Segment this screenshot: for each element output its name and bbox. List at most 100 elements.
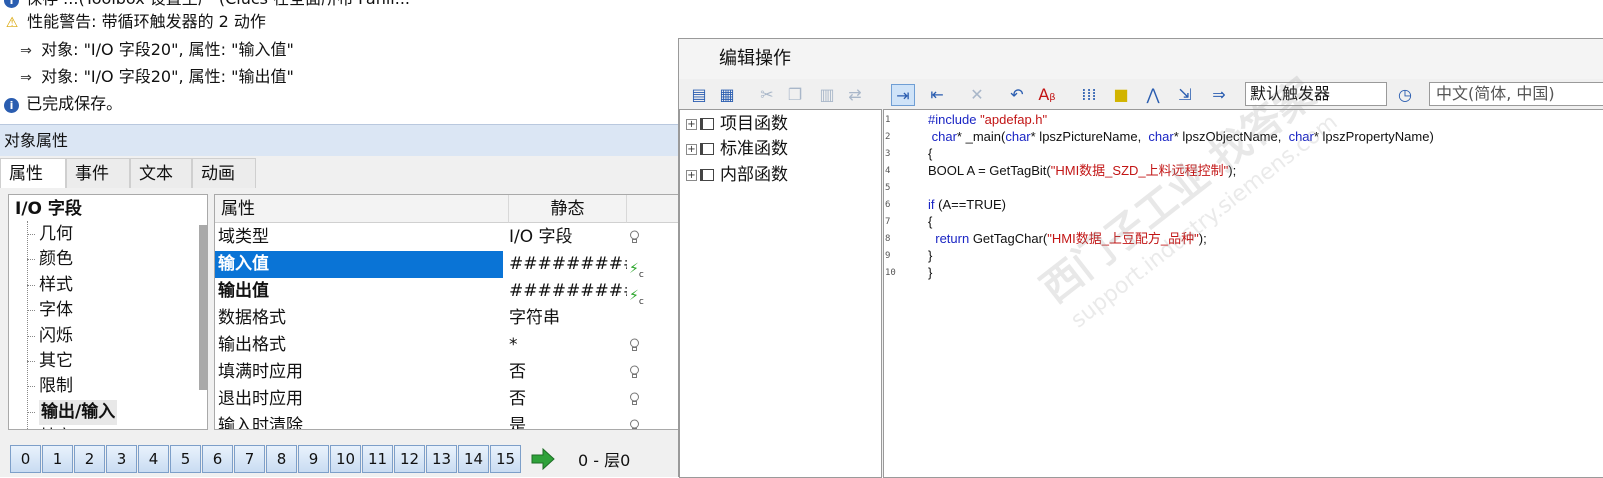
delete-icon[interactable]: ✕ [965, 84, 989, 106]
table-row[interactable]: 退出时应用 否 [215, 386, 689, 413]
expand-icon[interactable]: + [686, 169, 697, 181]
layer-button-7[interactable]: 7 [234, 445, 265, 473]
tree-guide-line [27, 221, 28, 429]
outdent-icon[interactable]: ⇤ [925, 84, 949, 106]
output-log: i 保存 ...(Toolbox 设置生产 (Clucs 在全面所布 Fahli… [0, 0, 690, 122]
column-header-property[interactable]: 属性 [215, 195, 509, 223]
layer-button-14[interactable]: 14 [458, 445, 489, 473]
line-number: 7 [885, 217, 891, 227]
column-header-static[interactable]: 静态 [509, 195, 627, 223]
book-icon [700, 118, 714, 130]
tree-item-standard-functions[interactable]: + 标准函数 [686, 137, 788, 162]
expand-icon[interactable]: + [686, 118, 697, 130]
tree-item-style[interactable]: 样式 [27, 273, 73, 298]
arrow-icon: ⇒ [20, 70, 32, 86]
replace-icon[interactable]: ⇄ [843, 84, 867, 106]
layer-button-6[interactable]: 6 [202, 445, 233, 473]
copy-icon[interactable]: ❐ [783, 84, 807, 106]
lightbulb-icon [630, 419, 639, 429]
log-line: ⇒ 对象: "I/O 字段20", 属性: "输出值" [18, 64, 294, 90]
layer-bar: 0 1 2 3 4 5 6 7 8 9 10 11 12 13 14 15 0 … [0, 440, 690, 477]
tree-item-font[interactable]: 字体 [27, 298, 73, 323]
tree-root-io-field[interactable]: I/O 字段 [15, 197, 82, 222]
export-icon[interactable]: ⇒ [1207, 84, 1231, 106]
layer-button-5[interactable]: 5 [170, 445, 201, 473]
arrow-right-icon[interactable] [530, 446, 556, 472]
property-tree: I/O 字段 几何 颜色 样式 字体 闪烁 其它 限制 输出/输入 其它 [8, 194, 208, 430]
variables-icon[interactable]: ⁞⁞⁞ [1077, 84, 1101, 106]
compass-icon[interactable]: ⋀ [1141, 84, 1165, 106]
code-line: if (A==TRUE) [928, 197, 1007, 212]
window-title: 编辑操作 [679, 39, 1603, 79]
layer-button-12[interactable]: 12 [394, 445, 425, 473]
layer-button-10[interactable]: 10 [330, 445, 361, 473]
tree-item-other[interactable]: 其它 [39, 425, 73, 429]
lightbulb-icon [630, 338, 639, 351]
object-properties-panel: 对象属性 属性 事件 文本 动画 I/O 字段 几何 颜色 样式 字体 闪烁 其… [0, 124, 690, 477]
tree-item-misc[interactable]: 其它 [27, 349, 73, 374]
tree-item-flashing[interactable]: 闪烁 [27, 324, 73, 349]
info-icon: i [4, 0, 19, 8]
tree-item-geometry[interactable]: 几何 [27, 222, 73, 247]
code-line: } [928, 265, 933, 280]
line-number: 5 [885, 183, 891, 193]
info-icon: i [4, 98, 19, 113]
line-number: 2 [885, 132, 891, 142]
layer-button-0[interactable]: 0 [10, 445, 41, 473]
clock-icon[interactable]: ◷ [1393, 84, 1417, 106]
layer-button-4[interactable]: 4 [138, 445, 169, 473]
layer-button-3[interactable]: 3 [106, 445, 137, 473]
tab-properties[interactable]: 属性 [0, 158, 66, 188]
table-row[interactable]: 输入时清除 是 [215, 413, 689, 429]
expand-icon[interactable]: + [686, 143, 697, 155]
table-row[interactable]: 填满时应用 否 [215, 359, 689, 386]
log-line: ⇒ 对象: "I/O 字段20", 属性: "输入值" [18, 37, 294, 63]
language-select[interactable]: 中文(简体, 中国) [1429, 82, 1603, 106]
line-number: 3 [885, 149, 891, 159]
compile-icon[interactable]: ▤ [687, 84, 711, 106]
code-line: { [928, 146, 933, 161]
tree-item-colors[interactable]: 颜色 [27, 247, 73, 272]
code-line: #include "apdefap.h" [928, 112, 1048, 127]
tree-item-internal-functions[interactable]: + 内部函数 [686, 163, 788, 188]
line-number: 4 [885, 166, 891, 176]
layer-button-13[interactable]: 13 [426, 445, 457, 473]
lightbulb-icon [630, 230, 639, 243]
text-case-icon[interactable]: Aᵦ [1035, 84, 1059, 106]
tab-text[interactable]: 文本 [130, 158, 192, 188]
print-icon[interactable]: ▦ [715, 84, 739, 106]
import-icon[interactable]: ⇲ [1173, 84, 1197, 106]
warning-icon: ⚠ [5, 15, 19, 31]
line-number: 6 [885, 200, 891, 210]
table-row[interactable]: 输出值 ########## ⚡c [215, 278, 689, 307]
layer-button-1[interactable]: 1 [42, 445, 73, 473]
book-icon [700, 169, 714, 181]
layer-button-11[interactable]: 11 [362, 445, 393, 473]
tree-item-project-functions[interactable]: + 项目函数 [686, 112, 788, 137]
table-row[interactable]: 输出格式 * [215, 332, 689, 359]
indent-icon[interactable]: ⇥ [891, 84, 915, 106]
layer-button-2[interactable]: 2 [74, 445, 105, 473]
table-row[interactable]: 域类型 I/O 字段 [215, 224, 689, 251]
tree-scrollbar[interactable] [199, 225, 207, 390]
tree-item-output-input[interactable]: 输出/输入 [26, 400, 118, 425]
layer-button-15[interactable]: 15 [490, 445, 521, 473]
edit-action-window: 编辑操作 ▤ ▦ ✂ ❐ ▥ ⇄ ⇥ ⇤ ✕ ↶ Aᵦ ⁞⁞⁞ ■ ⋀ ⇲ ⇒ … [678, 38, 1603, 478]
tab-animation[interactable]: 动画 [192, 158, 256, 188]
function-tree: + 项目函数 + 标准函数 + 内部函数 [679, 109, 882, 478]
line-number: 1 [885, 115, 891, 125]
log-line: ⚠ 性能警告: 带循环触发器的 2 动作 [4, 9, 266, 35]
table-row[interactable]: 输入值 ########## ⚡c [215, 251, 689, 280]
package-icon[interactable]: ■ [1109, 84, 1133, 106]
layer-button-8[interactable]: 8 [266, 445, 297, 473]
code-line: } [928, 248, 933, 263]
tree-item-limits[interactable]: 限制 [27, 374, 73, 399]
layer-status: 0 - 层0 [578, 451, 631, 470]
cut-icon[interactable]: ✂ [755, 84, 779, 106]
table-row[interactable]: 数据格式 字符串 [215, 305, 689, 332]
tab-events[interactable]: 事件 [66, 158, 130, 188]
layer-button-9[interactable]: 9 [298, 445, 329, 473]
panel-title: 对象属性 [0, 124, 690, 156]
undo-icon[interactable]: ↶ [1005, 84, 1029, 106]
paste-icon[interactable]: ▥ [815, 84, 839, 106]
